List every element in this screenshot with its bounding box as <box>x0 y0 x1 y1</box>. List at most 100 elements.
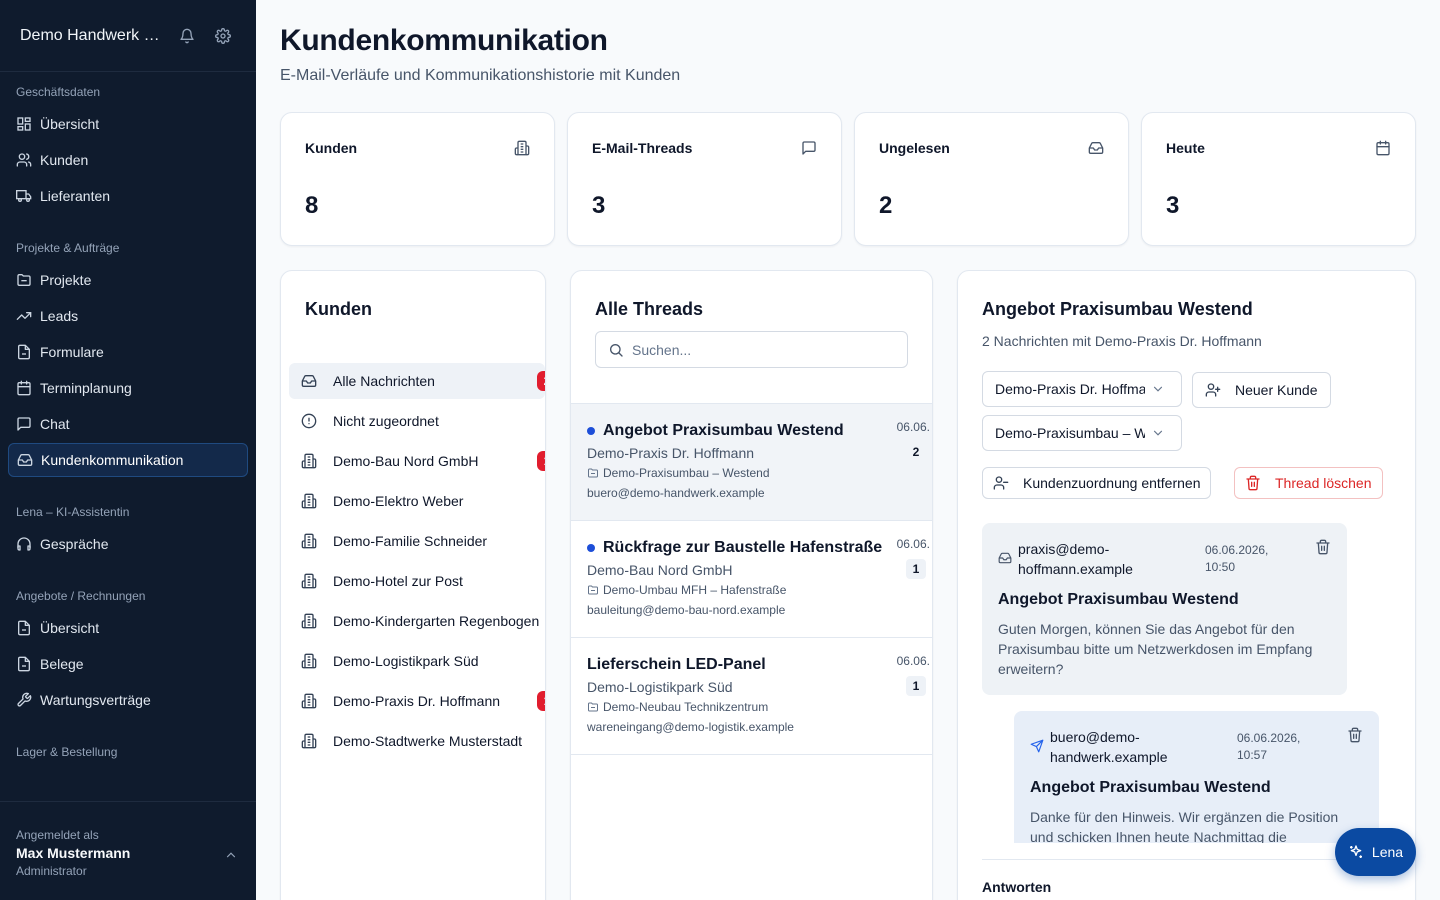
thread-subject: Angebot Praxisumbau Westend <box>603 422 844 439</box>
message-count-badge: 1 <box>906 676 926 696</box>
sidebar-item-chat[interactable]: Chat <box>8 407 248 441</box>
send-icon <box>1030 739 1044 753</box>
stat-label: Kunden <box>305 140 358 156</box>
unread-badge: 1 <box>537 691 545 711</box>
headphones-icon <box>16 536 32 552</box>
page-subtitle: E-Mail-Verläufe und Kommunikationshistor… <box>280 67 681 84</box>
sidebar-item-wartungsvertraege[interactable]: Wartungsverträge <box>8 683 248 717</box>
customer-item[interactable]: Demo-Logistikpark Süd <box>289 643 545 679</box>
customer-item[interactable]: Demo-Kindergarten Regenbogen <box>289 603 545 639</box>
bell-icon[interactable] <box>178 27 196 45</box>
thread-subject: Rückfrage zur Baustelle Hafenstraße <box>603 539 883 556</box>
sidebar-item-projekte[interactable]: Projekte <box>8 263 248 297</box>
sidebar-item-kunden[interactable]: Kunden <box>8 143 248 177</box>
customer-item[interactable]: Demo-Hotel zur Post <box>289 563 545 599</box>
new-customer-label: Neuer Kunde <box>1235 382 1318 398</box>
message-date: 06.06.2026, 10:50 <box>1205 543 1269 574</box>
grid-icon <box>16 116 32 132</box>
sidebar-header: Demo Handwerk GmbH <box>0 0 256 72</box>
thread-date: 06.06. <box>896 654 930 668</box>
customer-item[interactable]: Demo-Bau Nord GmbH 1 <box>289 443 545 479</box>
message-body: Guten Morgen, können Sie das Angebot für… <box>998 621 1313 677</box>
message-count-badge: 2 <box>912 445 920 459</box>
new-customer-button[interactable]: Neuer Kunde <box>1192 372 1331 408</box>
message-card-incoming: praxis@demo-hoffmann.example 06.06.2026,… <box>982 523 1347 695</box>
stat-value: 3 <box>592 192 606 219</box>
gear-icon[interactable] <box>214 27 232 45</box>
thread-item[interactable]: Lieferschein LED-Panel Demo-Logistikpark… <box>571 638 932 755</box>
calendar-icon <box>16 380 32 396</box>
unread-dot <box>587 427 595 435</box>
mail-icon <box>17 452 33 468</box>
thread-project: Demo-Neubau Technikzentrum <box>603 700 769 714</box>
search-icon <box>608 342 624 358</box>
building-icon <box>301 533 317 549</box>
section-label: Angebote / Rechnungen <box>16 589 146 603</box>
customer-item-unassigned[interactable]: Nicht zugeordnet <box>289 403 545 439</box>
delete-thread-button[interactable]: Thread löschen <box>1234 467 1383 499</box>
thread-email: buero@demo-handwerk.example <box>587 486 765 500</box>
customer-item[interactable]: Demo-Elektro Weber <box>289 483 545 519</box>
trash-icon[interactable] <box>1315 539 1331 555</box>
search-input[interactable] <box>632 341 892 358</box>
user-role: Administrator <box>16 864 87 878</box>
sidebar-item-lieferanten[interactable]: Lieferanten <box>8 179 248 213</box>
folder-icon <box>587 701 599 713</box>
stat-label: Heute <box>1166 140 1205 156</box>
thread-subject: Lieferschein LED-Panel <box>587 656 766 673</box>
message-card-outgoing: buero@demo-handwerk.example 06.06.2026, … <box>1014 711 1379 843</box>
divider <box>982 859 1391 860</box>
building-icon <box>301 573 317 589</box>
thread-item[interactable]: Rückfrage zur Baustelle Hafenstraße Demo… <box>571 521 932 638</box>
user-label: Angemeldet als <box>16 828 99 842</box>
thread-detail-panel: Angebot Praxisumbau Westend 2 Nachrichte… <box>957 270 1416 900</box>
message-subject: Angebot Praxisumbau Westend <box>998 591 1239 608</box>
customer-select[interactable]: Demo-Praxis Dr. Hoffmann <box>982 371 1182 407</box>
customer-item[interactable]: Demo-Praxis Dr. Hoffmann 1 <box>289 683 545 719</box>
thread-customer: Demo-Bau Nord GmbH <box>587 562 733 578</box>
building-icon <box>301 613 317 629</box>
sidebar-item-kundenkommunikation[interactable]: Kundenkommunikation <box>8 443 248 477</box>
folder-icon <box>16 272 32 288</box>
chevron-down-icon <box>1151 382 1165 396</box>
sidebar-item-angebote-uebersicht[interactable]: Übersicht <box>8 611 248 645</box>
customer-item[interactable]: Demo-Familie Schneider <box>289 523 545 559</box>
truck-icon <box>16 188 32 204</box>
trash-icon[interactable] <box>1347 727 1363 743</box>
message-sender: buero@demo-handwerk.example <box>1050 729 1168 765</box>
sidebar-item-label: Übersicht <box>40 620 100 636</box>
reply-label: Antworten <box>982 879 1052 895</box>
section-label: Projekte & Aufträge <box>16 241 120 255</box>
alert-circle-icon <box>301 413 317 429</box>
stat-value: 8 <box>305 192 319 219</box>
customer-name: Demo-Hotel zur Post <box>333 573 463 589</box>
lena-assistant-button[interactable]: Lena <box>1335 828 1416 876</box>
customer-item[interactable]: Demo-Stadtwerke Musterstadt <box>289 723 545 759</box>
customer-name: Demo-Logistikpark Süd <box>333 653 479 669</box>
sidebar-item-uebersicht[interactable]: Übersicht <box>8 107 248 141</box>
customer-name: Demo-Bau Nord GmbH <box>333 453 479 469</box>
user-menu[interactable]: Angemeldet als Max Mustermann Administra… <box>0 801 256 900</box>
sidebar-item-label: Chat <box>40 416 70 432</box>
thread-item[interactable]: Angebot Praxisumbau Westend Demo-Praxis … <box>571 404 932 521</box>
sidebar-item-terminplanung[interactable]: Terminplanung <box>8 371 248 405</box>
company-name: Demo Handwerk GmbH <box>20 26 160 44</box>
sidebar-item-belege[interactable]: Belege <box>8 647 248 681</box>
project-select[interactable]: Demo-Praxisumbau – Westend <box>982 415 1182 451</box>
file-icon <box>16 344 32 360</box>
remove-assignment-button[interactable]: Kundenzuordnung entfernen <box>982 467 1212 499</box>
threads-panel: Alle Threads Angebot Praxisumbau Westend… <box>570 270 933 900</box>
sidebar-item-leads[interactable]: Leads <box>8 299 248 333</box>
thread-customer: Demo-Logistikpark Süd <box>587 679 733 695</box>
customer-name: Demo-Familie Schneider <box>333 533 488 549</box>
users-icon <box>16 152 32 168</box>
customer-item-all[interactable]: Alle Nachrichten 2 <box>289 363 545 399</box>
sidebar-item-formulare[interactable]: Formulare <box>8 335 248 369</box>
customers-panel: Kunden Alle Nachrichten 2 Nicht zugeordn… <box>280 270 546 900</box>
sidebar-item-gespraeche[interactable]: Gespräche <box>8 527 248 561</box>
stat-label: Ungelesen <box>879 140 950 156</box>
message-icon <box>801 140 817 156</box>
thread-date: 06.06. <box>896 537 930 551</box>
sidebar-item-label: Formulare <box>40 344 104 360</box>
message-count-badge: 1 <box>906 559 926 579</box>
